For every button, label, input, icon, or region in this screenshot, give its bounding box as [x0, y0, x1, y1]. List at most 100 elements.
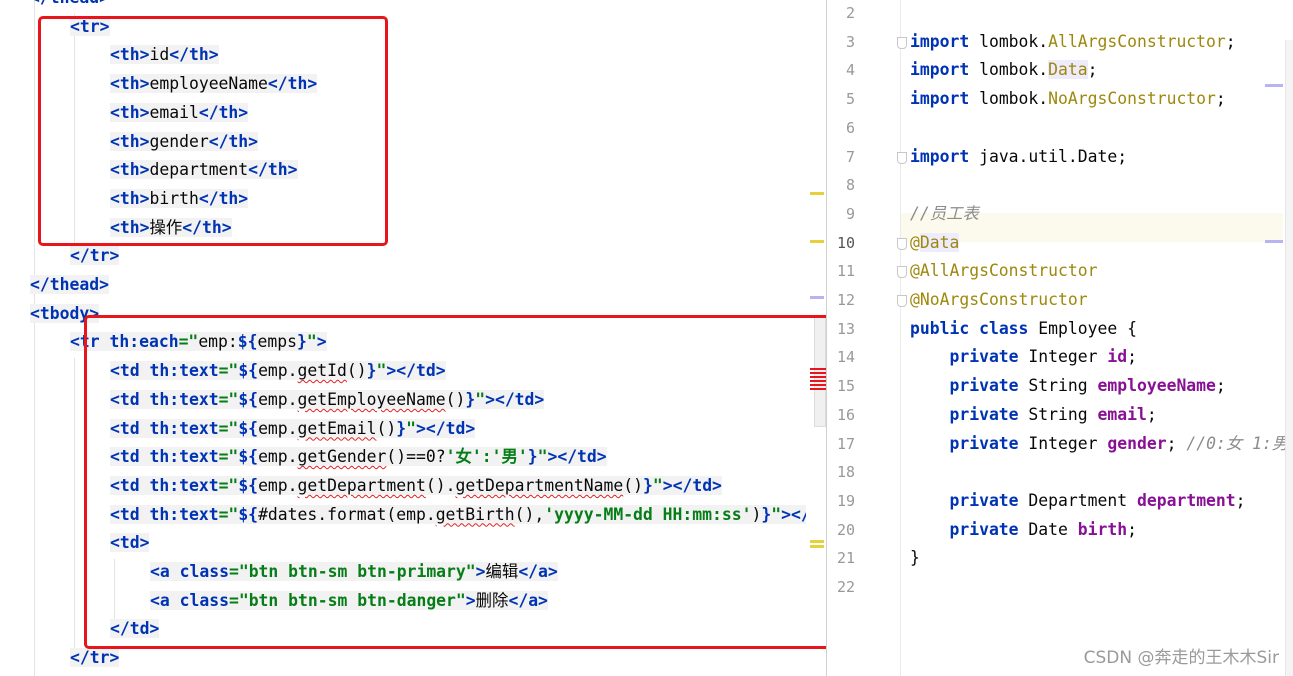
code-token: >: [99, 0, 109, 7]
java-code-line[interactable]: private String email;: [910, 401, 1157, 430]
java-code-line[interactable]: //员工表: [910, 200, 979, 229]
line-number: 19: [836, 491, 855, 510]
java-code-line[interactable]: private Integer gender; //0:女 1:男: [910, 430, 1288, 459]
info-marker[interactable]: [1265, 84, 1283, 87]
line-number: 21: [836, 549, 855, 568]
line-number: 12: [836, 291, 855, 309]
code-token: public: [910, 318, 980, 338]
line-number: 14: [836, 348, 855, 367]
code-token: ;: [1225, 31, 1236, 51]
code-token: //0:女 1:男: [1186, 433, 1289, 453]
code-content: </tr>: [70, 246, 120, 266]
code-token: id: [1107, 347, 1128, 367]
java-editor-pane[interactable]: 2 3 4 5 6 7 8 9 10 11 12 13 14 15 16 17 18 19 20 21 22 impor…: [827, 0, 1293, 676]
warning-marker[interactable]: [810, 192, 824, 195]
line-number: 9: [845, 204, 855, 223]
code-token: </tr>: [70, 246, 120, 266]
code-token: @: [910, 232, 920, 252]
code-token: Integer: [1028, 433, 1108, 453]
line-number: 10: [836, 233, 855, 252]
code-content: </thead>: [30, 0, 109, 7]
code-token: private: [910, 404, 1029, 424]
line-number: 5: [845, 90, 855, 109]
html-editor-pane[interactable]: </thead><tr><th>id</th><th>employeeName<…: [0, 0, 826, 676]
java-code-line[interactable]: private Date birth;: [910, 516, 1137, 545]
java-code-line[interactable]: import lombok.Data;: [910, 56, 1098, 85]
code-token: lombok.: [979, 31, 1049, 51]
code-token: class: [979, 318, 1039, 338]
line-number: 6: [845, 118, 855, 137]
code-token: import: [910, 89, 980, 109]
java-code-line[interactable]: import lombok.AllArgsConstructor;: [910, 28, 1236, 57]
code-token: ;: [1166, 433, 1187, 453]
fold-icon[interactable]: [897, 237, 907, 250]
line-number: 15: [836, 377, 855, 396]
fold-icon[interactable]: [897, 266, 907, 279]
thead-highlight-box: [38, 16, 388, 246]
java-code-line[interactable]: private Department department;: [910, 487, 1245, 516]
code-token: thead: [50, 0, 99, 7]
code-token: lombok.: [979, 60, 1049, 80]
html-code-line[interactable]: </thead>: [30, 0, 109, 13]
code-token: private: [910, 376, 1029, 396]
code-token: @NoArgsConstructor: [910, 290, 1088, 309]
java-code-line[interactable]: @NoArgsConstructor: [910, 286, 1088, 315]
code-token: employeeName: [1097, 376, 1216, 396]
info-marker[interactable]: [1265, 240, 1283, 243]
code-token: Employee {: [1038, 318, 1137, 338]
java-code-line[interactable]: import lombok.NoArgsConstructor;: [910, 85, 1226, 114]
info-marker[interactable]: [810, 296, 824, 299]
code-token: gender: [1107, 433, 1167, 453]
line-number: 7: [845, 147, 855, 166]
line-number: 3: [845, 32, 855, 51]
code-token: birth: [1077, 519, 1128, 539]
code-token: Data: [919, 232, 960, 252]
java-code-line[interactable]: private String employeeName;: [910, 372, 1226, 401]
code-token: ;: [1215, 376, 1226, 396]
code-token: String: [1028, 404, 1098, 424]
code-token: import: [910, 31, 980, 51]
line-number-gutter: 2 3 4 5 6 7 8 9 10 11 12 13 14 15 16 17 18 19 20 21 22: [827, 0, 907, 676]
code-token: ;: [1127, 347, 1137, 367]
warning-marker[interactable]: [810, 240, 824, 243]
java-code-line[interactable]: }: [910, 544, 920, 573]
watermark: CSDN @奔走的王木木Sir: [1083, 648, 1279, 668]
tbody-highlight-box: [84, 315, 826, 649]
code-token: import: [910, 146, 980, 166]
code-token: Department: [1028, 490, 1137, 510]
code-content: </thead>: [30, 275, 109, 294]
fold-icon[interactable]: [897, 151, 907, 164]
java-code-line[interactable]: @AllArgsConstructor: [910, 257, 1098, 286]
code-token: import: [910, 60, 980, 80]
code-token: }: [910, 548, 920, 568]
line-number: 18: [836, 463, 855, 482]
code-token: private: [910, 519, 1029, 539]
code-token: lombok.: [979, 89, 1049, 109]
java-code-line[interactable]: import java.util.Date;: [910, 143, 1127, 172]
line-number: 20: [836, 520, 855, 539]
java-code-line[interactable]: public class Employee {: [910, 315, 1137, 344]
java-code-line[interactable]: @Data: [910, 229, 960, 258]
java-code-line[interactable]: private Integer id;: [910, 343, 1137, 372]
fold-icon[interactable]: [897, 295, 907, 307]
code-token: //员工表: [910, 203, 979, 223]
code-token: ;: [1087, 60, 1098, 80]
code-token: NoArgsConstructor: [1048, 89, 1216, 109]
code-token: ;: [1146, 404, 1157, 424]
code-token: Integer: [1028, 347, 1108, 367]
line-number: 8: [845, 176, 855, 195]
vertical-scrollbar[interactable]: [1285, 40, 1293, 676]
html-code-line[interactable]: </tr>: [70, 242, 120, 271]
code-token: private: [910, 347, 1029, 367]
code-token: </: [30, 0, 50, 7]
html-code-line[interactable]: </thead>: [30, 271, 109, 300]
code-token: AllArgsConstructor: [1048, 31, 1226, 51]
code-token: department: [1136, 490, 1236, 510]
code-token: @AllArgsConstructor: [910, 261, 1098, 281]
fold-icon[interactable]: [897, 36, 907, 49]
code-content: </tr>: [70, 648, 120, 668]
code-token: email: [1097, 404, 1147, 424]
code-token: </thead>: [30, 275, 109, 294]
indent-guide: [34, 0, 35, 676]
line-number: 11: [836, 262, 855, 281]
